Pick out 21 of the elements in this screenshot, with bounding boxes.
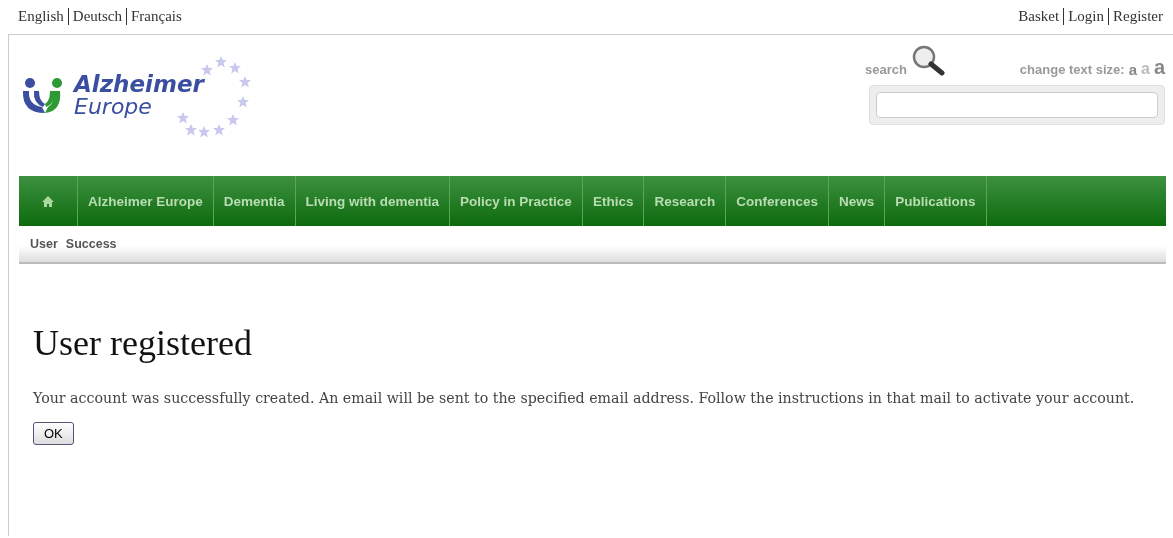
breadcrumb-item[interactable]: User [30,237,58,251]
search-field[interactable] [869,85,1165,125]
text-size-option[interactable]: a [1153,57,1165,77]
home-icon [42,195,54,207]
ok-button[interactable]: OK [33,422,74,445]
text-size-option[interactable]: a [1140,61,1150,77]
message-text: Your account was successfully created. An email will be sent to the specified email address. Follow the instructions in that mail to activate your account. [33,389,1136,408]
text-size-label: change text size: [1019,62,1125,77]
language-link[interactable]: Deutsch [67,8,122,25]
search-icon[interactable] [910,45,945,77]
language-link[interactable]: English [18,8,64,25]
account-link[interactable]: Basket [1018,8,1060,25]
page-heading: User registered [33,322,253,364]
language-link[interactable]: Français [126,8,182,25]
logo-title: Alzheimer [74,73,204,96]
logo-subtitle: Europe [74,96,153,118]
account-link[interactable]: Register [1108,8,1163,25]
breadcrumb-item[interactable]: Success [65,237,117,251]
account-link[interactable]: Login [1063,8,1104,25]
text-size-option[interactable]: a [1128,62,1137,77]
search-label: search [865,62,907,77]
